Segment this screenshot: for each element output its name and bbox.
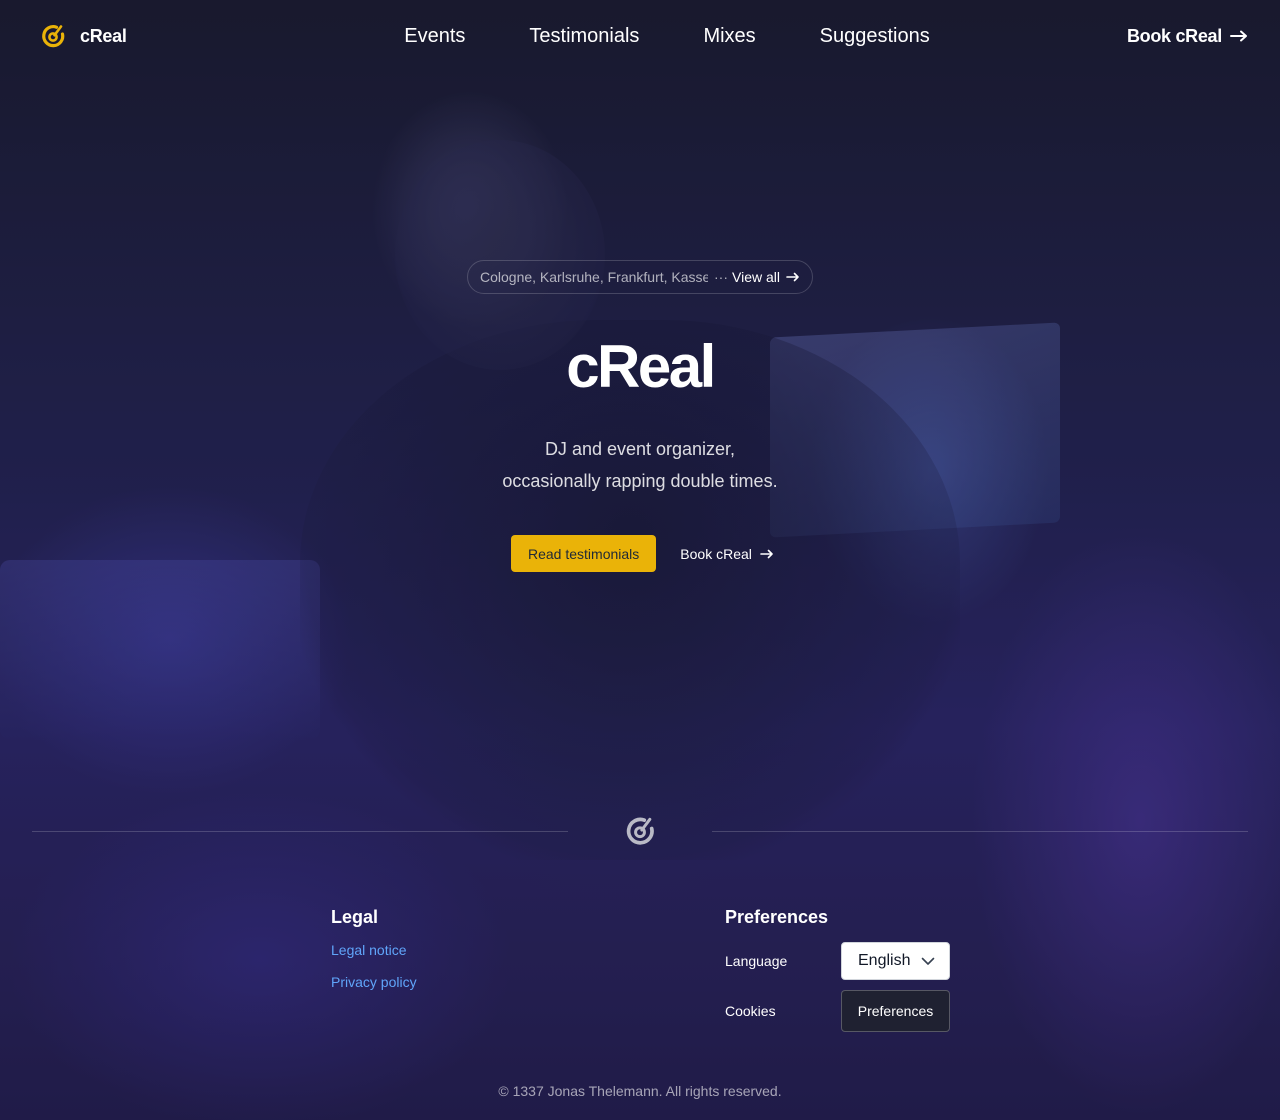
legal-notice-link[interactable]: Legal notice xyxy=(331,942,417,958)
footer-divider-left xyxy=(32,831,568,832)
arrow-right-icon xyxy=(760,549,773,558)
hero-subtitle: DJ and event organizer, occasionally rap… xyxy=(0,433,1280,497)
cookies-row: Cookies Preferences xyxy=(725,990,950,1032)
cookies-label: Cookies xyxy=(725,1003,776,1019)
privacy-policy-link[interactable]: Privacy policy xyxy=(331,974,417,990)
logo-icon xyxy=(42,25,65,48)
book-creal-label: Book cReal xyxy=(1126,25,1222,46)
nav-suggestions[interactable]: Suggestions xyxy=(820,25,930,48)
footer-preferences-section: Preferences Language English Cookies Pre… xyxy=(725,907,950,1032)
nav-testimonials[interactable]: Testimonials xyxy=(529,25,639,48)
brand-home-link[interactable]: cReal xyxy=(40,23,240,49)
hero-subtitle-line1: DJ and event organizer, xyxy=(544,439,736,459)
ellipsis-icon: ··· xyxy=(714,269,728,285)
nav-events[interactable]: Events xyxy=(404,25,465,48)
book-creal-hero-link[interactable]: Book cReal xyxy=(680,546,774,562)
site-header: cReal Events Testimonials Mixes Suggesti… xyxy=(0,0,1280,72)
arrow-right-icon xyxy=(786,272,799,282)
main-nav: Events Testimonials Mixes Suggestions xyxy=(404,25,930,48)
legal-title: Legal xyxy=(331,907,379,927)
cities-list: Cologne, Karlsruhe, Frankfurt, Kassel, xyxy=(480,269,708,285)
chevron-down-icon xyxy=(921,957,935,965)
language-select[interactable]: English xyxy=(841,942,950,980)
language-row: Language English xyxy=(725,942,950,980)
copyright-text: © 1337 Jonas Thelemann. All rights reser… xyxy=(498,1083,782,1099)
view-all-label: View all xyxy=(732,269,780,285)
book-creal-hero-label: Book cReal xyxy=(680,545,752,562)
brand-name: cReal xyxy=(80,25,127,46)
hero-title: cReal xyxy=(566,333,716,400)
view-all-cities-link[interactable]: View all xyxy=(732,269,800,285)
hero-subtitle-line2: occasionally rapping double times. xyxy=(502,471,778,491)
event-cities-pill: Cologne, Karlsruhe, Frankfurt, Kassel, ·… xyxy=(467,260,813,294)
read-testimonials-button[interactable]: Read testimonials xyxy=(511,535,657,572)
language-selected-value: English xyxy=(858,952,911,969)
hero-actions: Read testimonials Book cReal xyxy=(511,535,774,572)
book-creal-header-link[interactable]: Book cReal xyxy=(1048,26,1248,47)
arrow-right-icon xyxy=(1229,30,1247,42)
language-label: Language xyxy=(725,953,788,969)
preferences-title: Preferences xyxy=(725,907,829,927)
cookie-preferences-button[interactable]: Preferences xyxy=(841,990,950,1032)
footer-logo-icon xyxy=(626,817,654,845)
footer-divider-right xyxy=(712,831,1248,832)
nav-mixes[interactable]: Mixes xyxy=(703,25,755,48)
footer-legal-section: Legal Legal notice Privacy policy xyxy=(331,907,417,1006)
